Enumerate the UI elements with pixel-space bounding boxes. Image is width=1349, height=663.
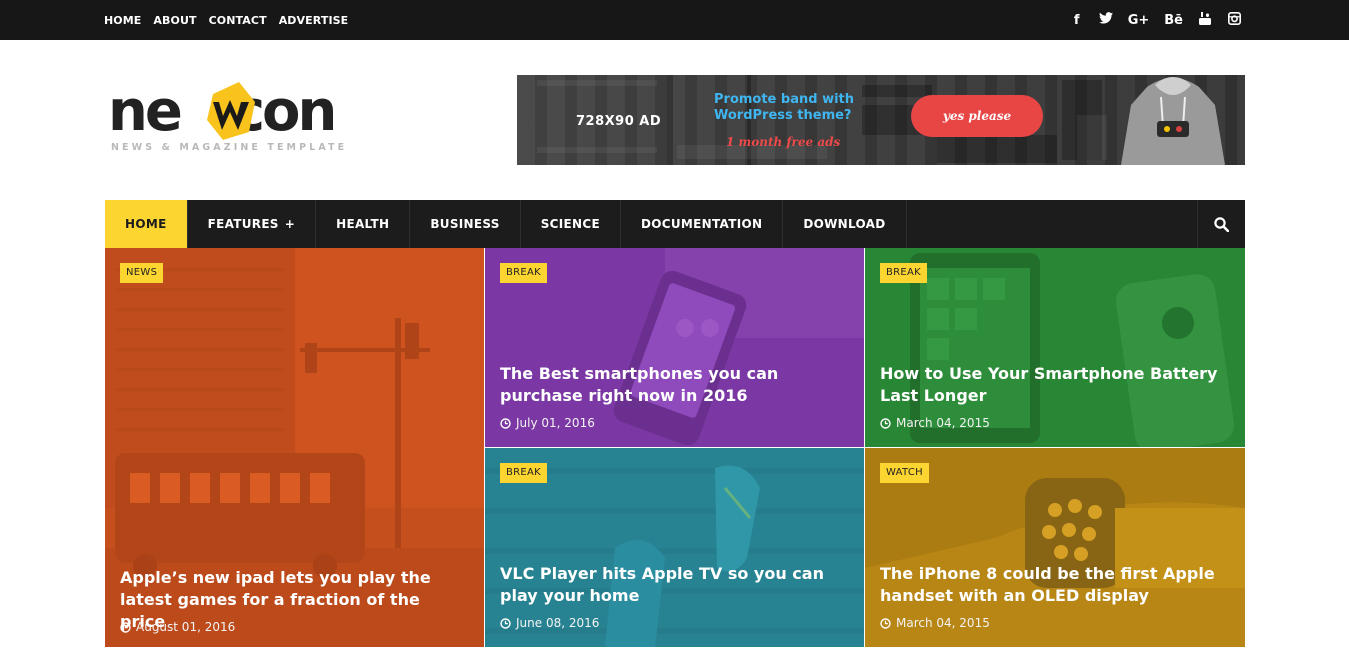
search-icon — [1214, 216, 1229, 232]
nav-label: HOME — [125, 217, 167, 231]
logo-w-mark — [207, 82, 255, 140]
top-nav-contact[interactable]: CONTACT — [209, 14, 267, 27]
ad-free-text: 1 month free ads — [726, 135, 841, 149]
category-badge[interactable]: NEWS — [120, 263, 164, 283]
google-plus-icon[interactable]: G+ — [1128, 13, 1150, 28]
nav-label: DOWNLOAD — [803, 217, 886, 231]
ad-promo-text: Promote band with WordPress theme? — [714, 92, 855, 123]
post-date: July 01, 2016 — [500, 416, 595, 430]
post-date-text: March 04, 2015 — [896, 616, 990, 630]
post-date-text: March 04, 2015 — [896, 416, 990, 430]
post-date: March 04, 2015 — [880, 616, 990, 630]
main-nav: HOME FEATURES + HEALTH BUSINESS SCIENCE D… — [105, 200, 1245, 248]
top-nav-advertise[interactable]: ADVERTISE — [279, 14, 349, 27]
nav-item-download[interactable]: DOWNLOAD — [783, 200, 907, 248]
nav-item-business[interactable]: BUSINESS — [410, 200, 521, 248]
nav-item-documentation[interactable]: DOCUMENTATION — [621, 200, 784, 248]
post-date-text: August 01, 2016 — [136, 620, 236, 634]
ad-hoodie-image — [1121, 77, 1225, 165]
post-card[interactable]: BREAK How to Use Your Smartphone Battery… — [865, 248, 1245, 447]
post-card[interactable]: BREAK The Best smartphones you can purch… — [485, 248, 864, 447]
nav-item-health[interactable]: HEALTH — [316, 200, 411, 248]
clock-icon — [880, 617, 891, 629]
twitter-icon[interactable] — [1098, 12, 1113, 28]
post-card[interactable]: BREAK VLC Player hits Apple TV so you ca… — [485, 448, 864, 647]
nav-label: BUSINESS — [430, 217, 500, 231]
logo-text-start: ne — [108, 79, 183, 144]
nav-item-home[interactable]: HOME — [105, 200, 188, 248]
clock-icon — [120, 621, 131, 633]
youtube-icon[interactable] — [1198, 11, 1212, 29]
post-date-text: July 01, 2016 — [516, 416, 595, 430]
nav-label: HEALTH — [336, 217, 390, 231]
category-badge[interactable]: BREAK — [500, 263, 548, 283]
nav-label: DOCUMENTATION — [641, 217, 763, 231]
nav-label: SCIENCE — [540, 217, 600, 231]
post-date: June 08, 2016 — [500, 616, 599, 630]
category-badge[interactable]: WATCH — [880, 463, 929, 483]
post-title[interactable]: The Best smartphones you can purchase ri… — [500, 363, 849, 407]
clock-icon — [880, 417, 891, 429]
top-nav-about[interactable]: ABOUT — [153, 14, 196, 27]
logo-tagline: NEWS & MAGAZINE TEMPLATE — [111, 142, 348, 153]
site-logo[interactable]: ne con NEWS & MAGAZINE TEMPLATE — [108, 80, 368, 160]
top-bar: HOME ABOUT CONTACT ADVERTISE f G+ Bē — [0, 0, 1349, 40]
instagram-icon[interactable] — [1227, 11, 1241, 29]
post-title[interactable]: The iPhone 8 could be the first Apple ha… — [880, 563, 1230, 607]
clock-icon — [500, 417, 511, 429]
facebook-icon[interactable]: f — [1070, 13, 1084, 28]
clock-icon — [500, 617, 511, 629]
post-date: August 01, 2016 — [120, 620, 235, 634]
submenu-plus-icon: + — [284, 217, 296, 231]
post-card-featured[interactable]: NEWS Apple’s new ipad lets you play the … — [105, 248, 484, 647]
top-nav-home[interactable]: HOME — [104, 14, 141, 27]
post-date: March 04, 2015 — [880, 416, 990, 430]
category-badge[interactable]: BREAK — [880, 263, 928, 283]
post-date-text: June 08, 2016 — [516, 616, 600, 630]
nav-label: FEATURES — [207, 217, 279, 231]
category-badge[interactable]: BREAK — [500, 463, 548, 483]
nav-item-features[interactable]: FEATURES + — [188, 200, 317, 248]
post-title[interactable]: How to Use Your Smartphone Battery Last … — [880, 363, 1230, 407]
post-title[interactable]: VLC Player hits Apple TV so you can play… — [500, 563, 849, 607]
top-nav: HOME ABOUT CONTACT ADVERTISE — [104, 0, 348, 40]
post-card[interactable]: WATCH The iPhone 8 could be the first Ap… — [865, 448, 1245, 647]
search-button[interactable] — [1197, 200, 1245, 248]
nav-item-science[interactable]: SCIENCE — [521, 200, 621, 248]
social-links: f G+ Bē — [1070, 0, 1241, 40]
ad-banner[interactable]: 728X90 AD Promote band with WordPress th… — [517, 75, 1245, 165]
ad-size-label: 728X90 AD — [576, 114, 662, 129]
ad-cta-button[interactable]: yes please — [911, 95, 1043, 137]
behance-icon[interactable]: Bē — [1164, 13, 1183, 28]
